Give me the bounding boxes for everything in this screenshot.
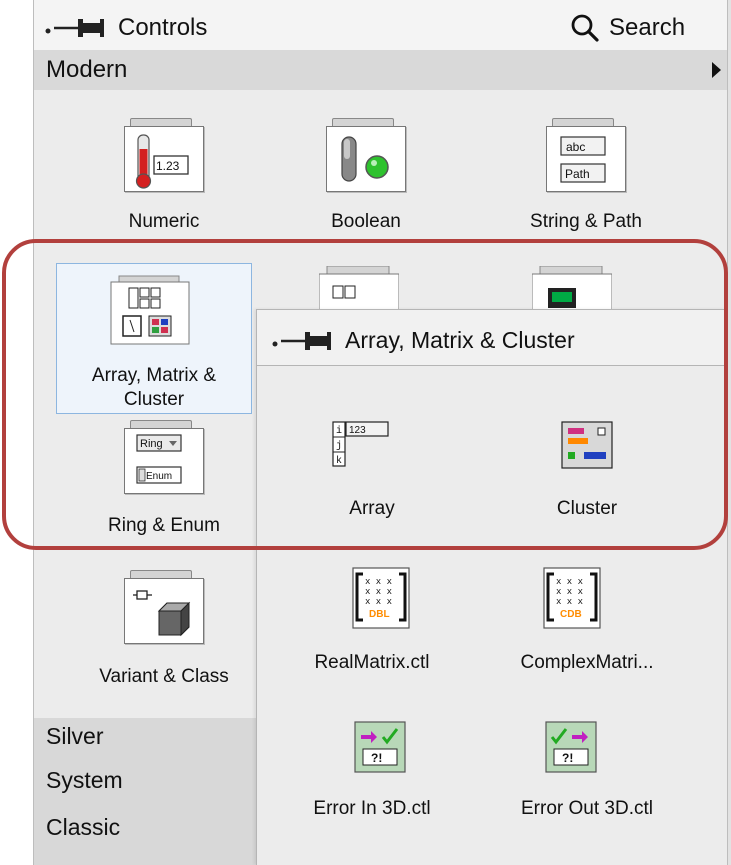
ring-icon-text: Ring [140,438,163,450]
real-matrix-icon: x x x x x x x x x DBL [352,567,410,629]
array-icon-text: 123 [349,425,366,436]
error-in-icon: ?! [354,721,406,773]
svg-text:x x x: x x x [556,587,583,597]
array-icon: i j k 123 [332,421,389,467]
error-out-icon: ?! [545,721,597,773]
subpalette-item-error-in[interactable]: ?! Error In 3D.ctl [277,720,467,830]
palette-item-string-path[interactable]: abc Path String & Path [496,108,676,238]
subpalette-item-realmatrix[interactable]: x x x x x x x x x DBL RealMatrix.ctl [277,566,467,676]
palette-item-ring-enum[interactable]: Ring Enum Ring & Enum [74,420,254,545]
category-silver[interactable]: Silver [46,723,104,750]
svg-text:x x x: x x x [556,577,583,587]
svg-text:x x x: x x x [365,577,392,587]
error-in-icon-text: ?! [371,751,382,765]
subpalette-header: Array, Matrix & Cluster [257,310,726,366]
palette-item-label: Ring & Enum [108,515,220,536]
string-path-icon: abc Path [546,118,626,193]
palette-item-array-matrix-cluster[interactable]: Array, Matrix & Cluster [56,263,252,414]
palette-item-numeric[interactable]: 1.23 Numeric [94,108,234,238]
pin-icon[interactable] [44,16,106,40]
path-icon-text: Path [565,167,590,181]
search-icon[interactable] [570,13,604,43]
subpalette-item-label: Array [349,498,395,519]
subpalette-item-label: Error Out 3D.ctl [521,798,653,819]
pin-icon[interactable] [271,330,333,352]
numeric-icon: 1.23 [124,118,204,193]
subpalette-item-complexmatrix[interactable]: x x x x x x x x x CDB ComplexMatri... [492,566,682,676]
palette-item-label: Array, Matrix & [91,365,217,386]
complex-matrix-icon-text: CDB [560,609,582,620]
palette-header: Controls Search [34,0,727,50]
partially-hidden-icon [319,266,399,311]
svg-text:x x x: x x x [556,597,583,607]
subpalette-item-label: Error In 3D.ctl [313,798,431,819]
error-out-icon-text: ?! [562,751,573,765]
svg-text:x x x: x x x [365,587,392,597]
category-list: Silver System Classic [34,718,264,865]
category-modern-label: Modern [46,56,128,83]
palette-item-label: Boolean [331,211,401,232]
variant-class-icon [124,570,204,645]
subpalette-item-label: Cluster [556,498,618,519]
palette-item-label-line2: Cluster [123,389,185,410]
svg-text:x x x: x x x [365,597,392,607]
search-button[interactable]: Search [609,14,685,42]
svg-text:k: k [336,455,342,467]
real-matrix-icon-text: DBL [369,609,390,620]
array-matrix-cluster-icon [110,275,190,345]
boolean-icon [326,118,406,193]
cluster-icon [561,421,613,469]
subpalette-item-label: ComplexMatri... [520,652,654,673]
string-icon-text: abc [566,140,585,154]
enum-icon-text: Enum [146,471,172,482]
palette-item-label: String & Path [530,211,642,232]
expand-arrow-icon [712,62,721,78]
category-modern[interactable]: Modern [34,50,727,90]
palette-item-variant-class[interactable]: Variant & Class [64,570,264,695]
partially-hidden-icon [532,266,612,311]
subpalette-item-error-out[interactable]: ?! Error Out 3D.ctl [492,720,682,830]
subpalette-title: Array, Matrix & Cluster [345,327,575,353]
category-system[interactable]: System [46,767,123,794]
palette-title: Controls [118,14,208,41]
subpalette-item-array[interactable]: i j k 123 Array [297,420,447,530]
palette-item-boolean[interactable]: Boolean [296,108,436,238]
subpalette-item-cluster[interactable]: Cluster [512,420,662,530]
palette-item-label: Variant & Class [99,666,229,687]
svg-text:i: i [336,425,342,437]
numeric-icon-text: 1.23 [156,159,180,173]
subpalette-array-matrix-cluster: Array, Matrix & Cluster i j k 123 Array … [256,309,726,865]
category-classic[interactable]: Classic [46,814,120,841]
subpalette-item-label: RealMatrix.ctl [314,652,430,673]
palette-item-label: Numeric [128,211,200,232]
complex-matrix-icon: x x x x x x x x x CDB [543,567,601,629]
ring-enum-icon: Ring Enum [124,420,204,495]
svg-text:j: j [336,440,342,452]
